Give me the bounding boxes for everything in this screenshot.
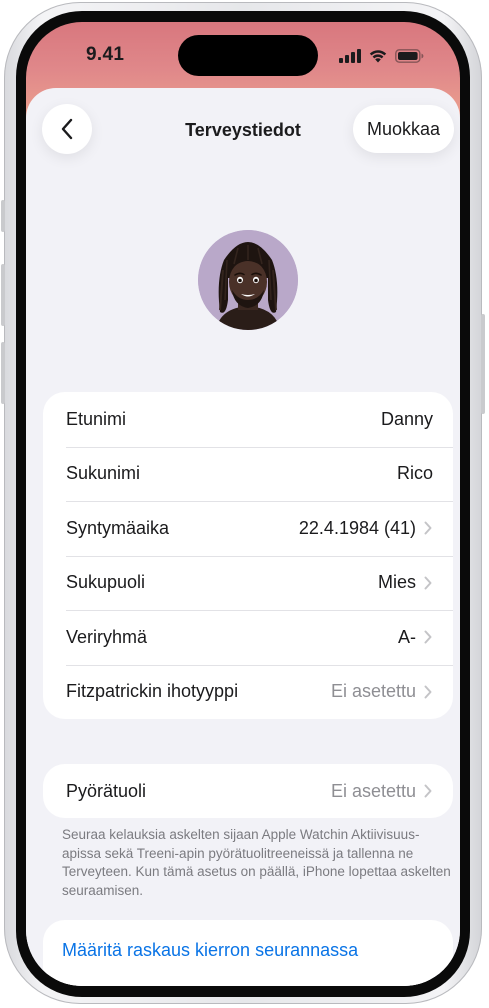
volume-up-button bbox=[1, 264, 5, 326]
detail-row-first-name[interactable]: Etunimi Danny bbox=[43, 392, 453, 447]
chevron-right-icon bbox=[423, 576, 433, 590]
detail-row-skin-type[interactable]: Fitzpatrickin ihotyyppi Ei asetettu bbox=[43, 664, 453, 720]
detail-value: Mies bbox=[377, 572, 416, 593]
wheelchair-footnote: Seuraa kelauksia askelten sijaan Apple W… bbox=[62, 827, 451, 898]
status-icons bbox=[339, 48, 424, 63]
chevron-right-icon bbox=[423, 784, 433, 798]
wifi-icon bbox=[369, 50, 387, 63]
detail-value: Danny bbox=[380, 408, 433, 429]
cellular-signal-icon bbox=[339, 48, 361, 63]
detail-row-sex[interactable]: Sukupuoli Mies bbox=[43, 555, 453, 611]
status-bar: 9.41 bbox=[26, 22, 460, 84]
pregnancy-link[interactable]: Määritä raskaus kierron seurannassa bbox=[62, 940, 358, 961]
detail-label: Etunimi bbox=[66, 408, 127, 429]
detail-label: Sukunimi bbox=[66, 463, 141, 484]
detail-value: Ei asetettu bbox=[330, 681, 416, 702]
iphone-frame: 9.41 Terveystiedot Muokkaa Etunimi Danny… bbox=[1, 2, 485, 1004]
memoji-face-icon bbox=[198, 230, 298, 330]
status-time: 9.41 bbox=[86, 44, 125, 65]
detail-value: A- bbox=[398, 626, 416, 647]
detail-row-last-name[interactable]: Sukunimi Rico bbox=[43, 446, 453, 502]
detail-value: 22.4.1984 (41) bbox=[298, 517, 416, 538]
detail-row-birthdate[interactable]: Syntymäaika 22.4.1984 (41) bbox=[43, 501, 453, 556]
detail-row-wheelchair[interactable]: Pyörätuoli Ei asetettu bbox=[43, 764, 453, 818]
wheelchair-label: Pyörätuoli bbox=[66, 780, 147, 801]
volume-down-button bbox=[1, 342, 5, 404]
health-details-sheet: Terveystiedot Muokkaa Etunimi Danny Suku… bbox=[26, 88, 460, 986]
detail-label: Fitzpatrickin ihotyyppi bbox=[66, 681, 239, 702]
detail-row-blood-type[interactable]: Veriryhmä A- bbox=[43, 610, 453, 665]
chevron-right-icon bbox=[423, 521, 433, 535]
detail-value: Rico bbox=[396, 463, 433, 484]
chevron-right-icon bbox=[423, 685, 433, 699]
wheelchair-card: Pyörätuoli Ei asetettu bbox=[43, 764, 453, 818]
memoji-avatar[interactable] bbox=[198, 230, 298, 330]
battery-icon bbox=[395, 48, 424, 63]
detail-label: Veriryhmä bbox=[66, 626, 148, 647]
wheelchair-value: Ei asetettu bbox=[330, 780, 416, 801]
action-button bbox=[1, 200, 5, 232]
edit-button[interactable]: Muokkaa bbox=[352, 105, 454, 153]
detail-label: Syntymäaika bbox=[66, 517, 170, 538]
pregnancy-link-card[interactable]: Määritä raskaus kierron seurannassa bbox=[43, 920, 453, 986]
dynamic-island bbox=[178, 35, 318, 76]
detail-label: Sukupuoli bbox=[66, 572, 146, 593]
screen: 9.41 Terveystiedot Muokkaa Etunimi Danny… bbox=[26, 22, 460, 986]
power-button bbox=[481, 314, 485, 414]
chevron-right-icon bbox=[423, 630, 433, 644]
personal-details-card: Etunimi Danny Sukunimi Rico Syntymäaika … bbox=[43, 392, 453, 719]
